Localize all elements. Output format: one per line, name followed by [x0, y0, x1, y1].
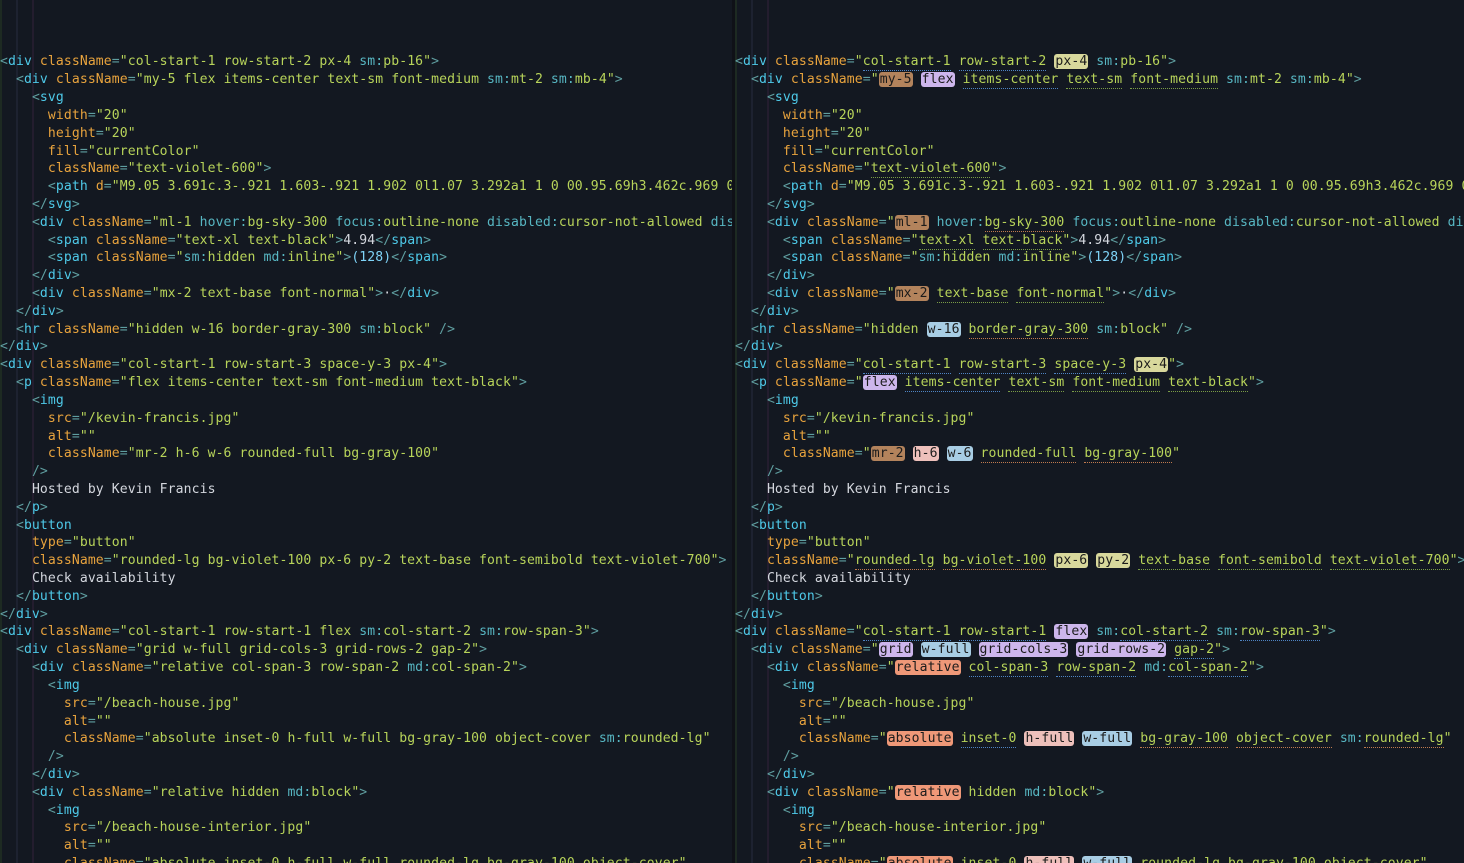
code-line[interactable]: Check availability [0, 570, 732, 588]
code-line[interactable]: alt="" [0, 837, 732, 855]
code-line[interactable]: className="absolute inset-0 h-full w-ful… [0, 730, 732, 748]
code-line[interactable]: </div> [0, 606, 732, 624]
code-line[interactable]: <div className="relative col-span-3 row-… [0, 659, 732, 677]
code-line[interactable]: alt="" [735, 428, 1464, 446]
code-line[interactable]: <span className="text-xl text-black">4.9… [0, 232, 732, 250]
code-line[interactable]: </div> [735, 303, 1464, 321]
code-line[interactable]: Check availability [735, 570, 1464, 588]
code-line[interactable]: <span className="sm:hidden md:inline">(1… [735, 249, 1464, 267]
code-line[interactable]: <hr className="hidden w-16 border-gray-3… [0, 321, 732, 339]
code-content-right[interactable]: <div className="col-start-1 row-start-2 … [735, 53, 1464, 863]
code-line[interactable]: <div className="col-start-1 row-start-2 … [735, 53, 1464, 72]
code-line[interactable]: /> [735, 463, 1464, 481]
code-line[interactable]: <div className="col-start-1 row-start-2 … [0, 53, 732, 71]
code-line[interactable]: <div className="relative hidden md:block… [0, 784, 732, 802]
code-line[interactable]: </div> [0, 303, 732, 321]
code-line[interactable]: </div> [0, 338, 732, 356]
code-line[interactable]: className="absolute inset-0 h-full w-ful… [0, 855, 732, 863]
code-line[interactable]: </p> [735, 499, 1464, 517]
code-line[interactable]: <img [0, 802, 732, 820]
code-line[interactable]: <div className="col-start-1 row-start-1 … [735, 623, 1464, 642]
code-content-left[interactable]: <div className="col-start-1 row-start-2 … [0, 53, 732, 863]
code-line[interactable]: <div className="ml-1 hover:bg-sky-300 fo… [0, 214, 732, 232]
code-line[interactable]: </div> [735, 267, 1464, 285]
code-line[interactable]: src="/kevin-francis.jpg" [735, 410, 1464, 428]
code-line[interactable]: className="text-violet-600"> [735, 160, 1464, 179]
code-line[interactable]: <img [735, 677, 1464, 695]
code-line[interactable]: <div className="my-5 flex items-center t… [0, 71, 732, 89]
code-line[interactable]: className="rounded-lg bg-violet-100 px-6… [0, 552, 732, 570]
code-line[interactable]: type="button" [0, 534, 732, 552]
code-line[interactable]: <div className="col-start-1 row-start-1 … [0, 623, 732, 641]
code-line[interactable]: </div> [0, 766, 732, 784]
code-pane-left[interactable]: <div className="col-start-1 row-start-2 … [0, 0, 732, 863]
code-line[interactable]: height="20" [735, 125, 1464, 143]
code-line[interactable]: Hosted by Kevin Francis [735, 481, 1464, 499]
code-line[interactable]: <path d="M9.05 3.691c.3-.921 1.603-.921 … [735, 178, 1464, 196]
code-line[interactable]: <div className="col-start-1 row-start-3 … [0, 356, 732, 374]
code-line[interactable]: <p className="flex items-center text-sm … [0, 374, 732, 392]
code-comparison-root: <div className="col-start-1 row-start-2 … [0, 0, 1464, 863]
code-line[interactable]: <button [0, 517, 732, 535]
code-line[interactable]: <div className="grid w-full grid-cols-3 … [735, 641, 1464, 660]
code-line[interactable]: <div className="mx-2 text-base font-norm… [735, 285, 1464, 303]
code-line[interactable]: <div className="grid w-full grid-cols-3 … [0, 641, 732, 659]
code-line[interactable]: src="/kevin-francis.jpg" [0, 410, 732, 428]
code-line[interactable]: <div className="relative hidden md:block… [735, 784, 1464, 802]
code-line[interactable]: </p> [0, 499, 732, 517]
code-line[interactable]: /> [735, 748, 1464, 766]
code-line[interactable]: <button [735, 517, 1464, 535]
code-line[interactable]: </div> [735, 766, 1464, 784]
code-line[interactable]: alt="" [735, 837, 1464, 855]
code-line[interactable]: <div className="relative col-span-3 row-… [735, 659, 1464, 678]
code-pane-right[interactable]: <div className="col-start-1 row-start-2 … [735, 0, 1464, 863]
code-line[interactable]: <div className="mx-2 text-base font-norm… [0, 285, 732, 303]
code-line[interactable]: alt="" [0, 713, 732, 731]
code-line[interactable]: fill="currentColor" [0, 143, 732, 161]
code-line[interactable]: </svg> [735, 196, 1464, 214]
code-line[interactable]: className="mr-2 h-6 w-6 rounded-full bg-… [735, 445, 1464, 464]
code-line[interactable]: className="mr-2 h-6 w-6 rounded-full bg-… [0, 445, 732, 463]
code-line[interactable]: type="button" [735, 534, 1464, 552]
code-line[interactable]: </svg> [0, 196, 732, 214]
code-line[interactable]: width="20" [0, 107, 732, 125]
code-line[interactable]: </button> [735, 588, 1464, 606]
code-line[interactable]: <img [735, 802, 1464, 820]
code-line[interactable]: </div> [735, 606, 1464, 624]
code-line[interactable]: <svg [0, 89, 732, 107]
code-line[interactable]: width="20" [735, 107, 1464, 125]
code-line[interactable]: </div> [735, 338, 1464, 356]
code-line[interactable]: className="text-violet-600"> [0, 160, 732, 178]
code-line[interactable]: /> [0, 748, 732, 766]
code-line[interactable]: <div className="my-5 flex items-center t… [735, 71, 1464, 90]
code-line[interactable]: /> [0, 463, 732, 481]
code-line[interactable]: <img [735, 392, 1464, 410]
code-line[interactable]: <div className="col-start-1 row-start-3 … [735, 356, 1464, 375]
code-line[interactable]: className="rounded-lg bg-violet-100 px-6… [735, 552, 1464, 571]
code-line[interactable]: height="20" [0, 125, 732, 143]
code-line[interactable]: </div> [0, 267, 732, 285]
code-line[interactable]: alt="" [735, 713, 1464, 731]
code-line[interactable]: src="/beach-house-interior.jpg" [0, 819, 732, 837]
code-line[interactable]: src="/beach-house.jpg" [0, 695, 732, 713]
code-line[interactable]: <img [0, 392, 732, 410]
code-line[interactable]: <p className="flex items-center text-sm … [735, 374, 1464, 393]
code-line[interactable]: Hosted by Kevin Francis [0, 481, 732, 499]
code-line[interactable]: src="/beach-house.jpg" [735, 695, 1464, 713]
code-line[interactable]: src="/beach-house-interior.jpg" [735, 819, 1464, 837]
code-line[interactable]: <hr className="hidden w-16 border-gray-3… [735, 321, 1464, 339]
code-line[interactable]: <img [0, 677, 732, 695]
code-line[interactable]: alt="" [0, 428, 732, 446]
code-line[interactable]: <span className="text-xl text-black">4.9… [735, 232, 1464, 250]
code-line[interactable]: <div className="ml-1 hover:bg-sky-300 fo… [735, 214, 1464, 232]
code-line[interactable]: <svg [735, 89, 1464, 107]
code-line[interactable]: className="absolute inset-0 h-full w-ful… [735, 855, 1464, 863]
code-line[interactable]: className="absolute inset-0 h-full w-ful… [735, 730, 1464, 749]
code-line[interactable]: <span className="sm:hidden md:inline">(1… [0, 249, 732, 267]
code-line[interactable]: </button> [0, 588, 732, 606]
code-line[interactable]: fill="currentColor" [735, 143, 1464, 161]
code-line[interactable]: <path d="M9.05 3.691c.3-.921 1.603-.921 … [0, 178, 732, 196]
